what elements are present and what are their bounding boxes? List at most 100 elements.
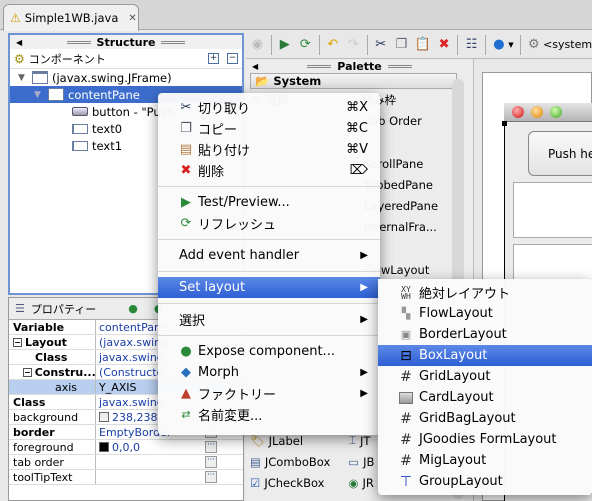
undo-icon[interactable]: ↶ <box>325 36 340 53</box>
menu-separator <box>158 239 380 240</box>
menu-item-paste[interactable]: ▤ 貼り付け ⌘V <box>158 139 380 160</box>
editor-tab-bar: ⚠ Simple1WB.java ✕ <box>0 0 592 31</box>
collapse-icon[interactable]: − <box>23 367 32 377</box>
collapse-all-button[interactable]: − <box>227 53 238 64</box>
property-value-cell[interactable]: ··· <box>96 455 243 469</box>
menu-item-morph[interactable]: ◆ Morph ▶ <box>158 362 380 383</box>
tree-node-label: contentPane <box>68 87 140 102</box>
show-events-icon[interactable]: ● <box>128 302 138 315</box>
menu-item-label: Expose component... <box>198 344 335 359</box>
palette-category-label: System <box>273 74 322 88</box>
flow-layout-icon: ▚ <box>401 307 411 320</box>
refresh-icon[interactable]: ⟳ <box>298 36 313 53</box>
close-light-icon <box>512 106 524 118</box>
jradiobutton-icon: ◉ <box>348 475 359 490</box>
palette-item-label: JCheckBox <box>264 475 325 490</box>
delete-icon[interactable]: ✖ <box>437 36 452 53</box>
group-layout-icon: ⊤ <box>399 473 413 490</box>
redo-icon[interactable]: ↷ <box>346 36 361 53</box>
globe-icon[interactable]: ● <box>492 36 507 53</box>
palette-category-system[interactable]: 📂 System <box>250 73 457 89</box>
menu-item-select[interactable]: 選択 ▶ <box>158 309 380 330</box>
layout-item-jgoodies-form[interactable]: # JGoodies FormLayout <box>378 429 592 450</box>
preview-icon: ▶ <box>181 195 191 210</box>
collapse-arrow-icon[interactable]: ◀ <box>16 38 22 47</box>
morph-icon: ◆ <box>181 365 191 380</box>
menu-item-expose-component[interactable]: ● Expose component... <box>158 341 380 362</box>
editor-tab-title: Simple1WB.java <box>24 11 119 25</box>
layout-item-border[interactable]: ▣ BorderLayout <box>378 324 592 345</box>
menu-item-factory[interactable]: ▲ ファクトリー ▶ <box>158 383 380 404</box>
tree-node-label: (javax.swing.JFrame) <box>52 70 172 85</box>
collapse-icon[interactable]: − <box>13 337 22 347</box>
property-value: 238,238 <box>112 410 158 424</box>
property-row[interactable]: toolTipText ··· <box>9 470 243 485</box>
property-key: border <box>9 425 96 439</box>
property-key: Variable <box>9 320 96 334</box>
selection-handle[interactable] <box>502 121 507 126</box>
properties-title: プロパティー <box>30 302 97 316</box>
layout-item-group[interactable]: ⊤ GroupLayout <box>378 471 592 492</box>
property-key: axis <box>9 380 96 394</box>
structure-title-bar: ◀ Structure <box>10 35 242 49</box>
expand-triangle-icon[interactable]: ▼ <box>18 73 28 83</box>
edit-dots-button[interactable]: ··· <box>205 471 217 483</box>
layout-item-gridbag[interactable]: # GridBagLayout <box>378 408 592 429</box>
push-button-label: Push he <box>548 146 592 161</box>
property-value-cell[interactable]: ··· <box>96 470 243 484</box>
editor-tab[interactable]: ⚠ Simple1WB.java ✕ <box>3 4 139 31</box>
submenu-arrow-icon: ▶ <box>360 250 368 261</box>
menu-item-test-preview[interactable]: ▶ Test/Preview... <box>158 192 380 213</box>
test-preview-icon[interactable]: ▶ <box>277 36 292 53</box>
jbutton-icon: ▭ <box>348 454 360 469</box>
menu-item-rename[interactable]: ⇄ 名前変更... <box>158 404 380 425</box>
collapse-arrow-icon[interactable]: ◀ <box>252 62 258 71</box>
property-value-cell[interactable]: 0,0,0 ··· <box>96 440 243 454</box>
bulb-icon[interactable]: ◉ <box>250 36 265 53</box>
dropdown-arrow-icon[interactable]: ▼ <box>508 41 513 49</box>
property-row[interactable]: foreground 0,0,0 ··· <box>9 440 243 455</box>
menu-item-add-event-handler[interactable]: Add event handler ▶ <box>158 245 380 266</box>
expand-all-button[interactable]: + <box>208 53 219 64</box>
menu-item-label: コピー <box>198 123 238 138</box>
layout-item-flow[interactable]: ▚ FlowLayout <box>378 303 592 324</box>
tab-order-icon[interactable]: ☷ <box>464 36 479 53</box>
push-button-preview[interactable]: Push he <box>528 131 592 176</box>
panel-icon <box>48 88 64 101</box>
paste-icon[interactable]: 📋 <box>415 36 431 53</box>
layout-item-grid[interactable]: # GridLayout <box>378 366 592 387</box>
copy-icon[interactable]: ❐ <box>394 36 409 53</box>
button-icon <box>72 107 88 116</box>
menu-item-label: 名前変更... <box>198 409 263 424</box>
property-key: Class <box>9 350 96 364</box>
layout-item-label: GridLayout <box>419 369 491 384</box>
layout-item-card[interactable]: CardLayout <box>378 387 592 408</box>
jframe-titlebar <box>504 103 592 122</box>
look-and-feel-icon: ⚙ <box>527 37 540 52</box>
folder-icon: 📂 <box>255 74 270 88</box>
menu-separator <box>158 271 380 272</box>
expand-triangle-icon[interactable]: ▼ <box>34 90 44 100</box>
layout-item-label: BorderLayout <box>419 327 507 342</box>
menu-item-set-layout[interactable]: Set layout ▶ <box>158 277 380 298</box>
look-and-feel-selector[interactable]: <system <box>543 38 592 51</box>
menu-item-cut[interactable]: ✂ 切り取り ⌘X <box>158 97 380 118</box>
menu-item-label: Add event handler <box>179 248 300 263</box>
menu-item-delete[interactable]: ✖ 削除 ⌦ <box>158 160 380 181</box>
menu-item-refresh[interactable]: ⟳ リフレッシュ <box>158 213 380 234</box>
property-row[interactable]: tab order ··· <box>9 455 243 470</box>
edit-dots-button[interactable]: ··· <box>205 441 217 453</box>
close-icon[interactable]: ✕ <box>128 13 136 24</box>
layout-item-box[interactable]: ⊟ BoxLayout <box>378 345 592 366</box>
edit-dots-button[interactable]: ··· <box>205 456 217 468</box>
property-key-cell: − Constru... <box>9 365 96 379</box>
tree-node-jframe[interactable]: ▼ (javax.swing.JFrame) <box>10 69 242 86</box>
layout-item-absolute[interactable]: XY WH 絶対レイアウト <box>378 282 592 303</box>
shortcut-label: ⌘V <box>346 142 368 157</box>
tree-node-label: text0 <box>92 121 123 136</box>
menu-item-copy[interactable]: ❐ コピー ⌘C <box>158 118 380 139</box>
layout-item-mig[interactable]: # MigLayout <box>378 450 592 471</box>
paste-icon: ▤ <box>179 142 193 157</box>
scissors-icon[interactable]: ✂ <box>373 36 388 53</box>
text0-preview[interactable] <box>513 182 592 238</box>
